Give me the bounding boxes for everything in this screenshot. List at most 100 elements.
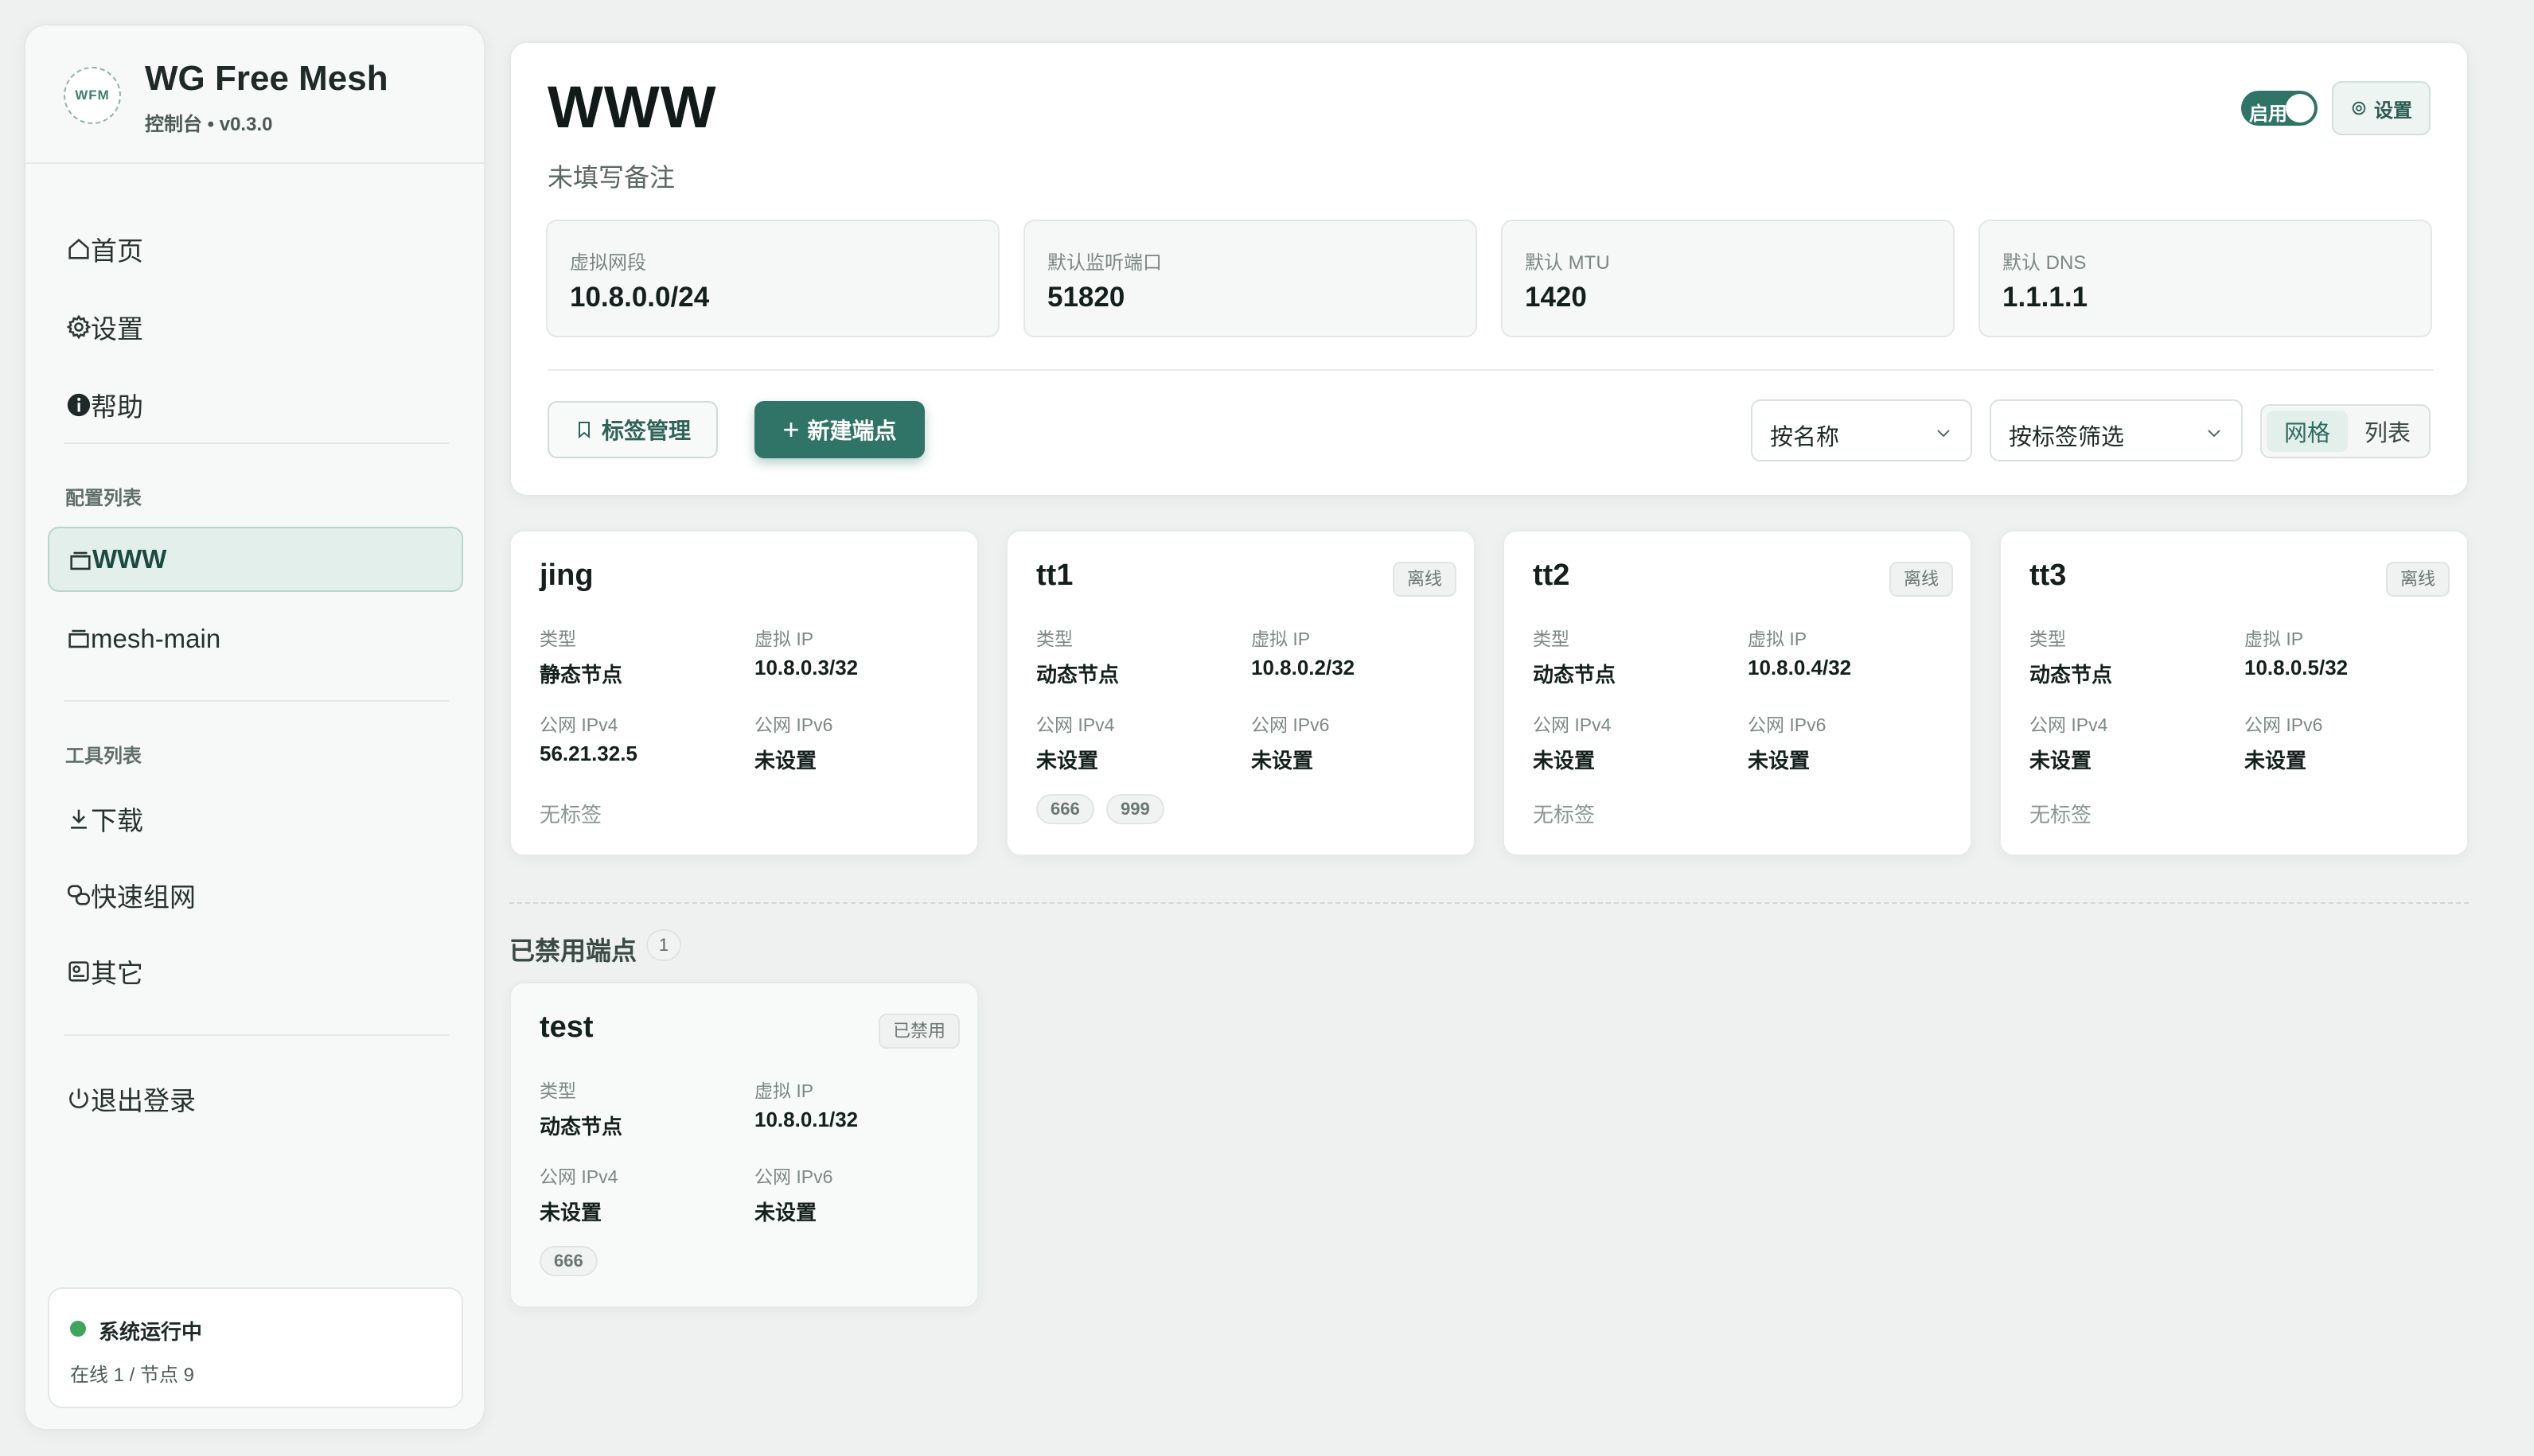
view-mode-toggle: 网格 列表 [2260,404,2431,458]
tag-filter-value: 按标签筛选 [2009,425,2125,450]
logout-button[interactable]: 退出登录 [48,1066,463,1131]
network-note: 未填写备注 [548,163,676,192]
stat-card-dns: 默认 DNS 1.1.1.1 [1978,220,2432,337]
tag-management-button[interactable]: 标签管理 [548,401,718,458]
enable-toggle-label: 启用 [2249,103,2287,125]
peer-card-tt3[interactable]: tt3 离线 类型 动态节点 虚拟 IP 10.8.0.5/32 公网 IPv4… [1999,530,2469,856]
sort-select-value: 按名称 [1770,425,1840,450]
stat-card-port: 默认监听端口 51820 [1023,220,1477,337]
config-item-mesh-main[interactable]: mesh-main [48,606,463,672]
ipv4-value: 未设置 [1036,749,1099,773]
ipv4-value: 未设置 [1533,749,1596,773]
peer-card-test[interactable]: test 已禁用 类型 动态节点 虚拟 IP 10.8.0.1/32 公网 IP… [509,982,979,1308]
section-separator [509,902,2469,904]
sort-select[interactable]: 按名称 [1751,399,1972,461]
brand-logo[interactable]: WFM [64,67,121,124]
virtual-ip-value: 10.8.0.4/32 [1748,656,1852,679]
view-list-button[interactable]: 列表 [2349,411,2426,452]
tool-item-download[interactable]: 下载 [48,786,463,851]
no-tags-text: 无标签 [2029,803,2092,827]
download-icon [71,809,87,829]
stat-card-mtu: 默认 MTU 1420 [1501,220,1955,337]
logout-label: 退出登录 [91,1086,196,1115]
virtual-ip-label: 虚拟 IP [754,1080,814,1101]
nav-settings[interactable]: 设置 [48,294,463,360]
nav-help[interactable]: 帮助 [48,372,463,438]
tag-chip[interactable]: 666 [540,1246,598,1276]
config-item-label: WWW [92,544,167,574]
ipv6-value: 未设置 [2244,749,2307,773]
stat-label: 虚拟网段 [570,252,646,274]
ipv6-label: 公网 IPv6 [2244,714,2323,735]
stat-label: 默认监听端口 [1047,252,1162,274]
enable-toggle[interactable]: 启用 [2241,91,2318,126]
stat-label: 默认 MTU [1525,252,1610,274]
system-status-card: 系统运行中 在线 1 / 节点 9 [48,1287,463,1408]
gear-icon [2352,101,2366,115]
peer-card-tt1[interactable]: tt1 离线 类型 动态节点 虚拟 IP 10.8.0.2/32 公网 IPv4… [1006,530,1476,856]
ipv6-label: 公网 IPv6 [754,1166,833,1187]
network-settings-button[interactable]: 设置 [2332,81,2431,135]
tag-chip[interactable]: 999 [1106,794,1164,824]
peer-card-tt2[interactable]: tt2 离线 类型 动态节点 虚拟 IP 10.8.0.4/32 公网 IPv4… [1503,530,1972,856]
config-item-label: mesh-main [91,624,221,653]
disabled-section-title: 已禁用端点 [509,936,637,965]
tool-item-label: 其它 [91,959,143,988]
virtual-ip-value: 10.8.0.5/32 [2244,656,2349,679]
network-title: WWW [548,74,717,140]
brand-logo-text: WFM [75,88,110,103]
nav-home[interactable]: 首页 [48,216,463,282]
ipv6-value: 未设置 [1748,749,1811,773]
status-text: 系统运行中 [99,1320,203,1344]
virtual-ip-label: 虚拟 IP [754,629,814,649]
virtual-ip-label: 虚拟 IP [1251,629,1311,649]
sidebar-divider [64,1034,449,1036]
peer-name: tt1 [1036,559,1074,592]
peer-name: tt2 [1533,559,1570,592]
virtual-ip-label: 虚拟 IP [1748,629,1807,649]
sidebar-divider [64,442,449,444]
home-icon [68,238,89,259]
ipv6-value: 未设置 [1251,749,1314,773]
link-icon [67,885,91,905]
new-peer-button[interactable]: + 新建端点 [754,401,925,458]
type-label: 类型 [540,629,576,649]
toolbox-icon [68,961,89,982]
header-divider [548,369,2434,371]
ipv4-label: 公网 IPv4 [540,714,618,735]
virtual-ip-value: 10.8.0.3/32 [754,656,859,679]
info-icon [67,393,91,417]
peer-card-jing[interactable]: jing 类型 静态节点 虚拟 IP 10.8.0.3/32 公网 IPv4 5… [509,530,979,856]
stat-value: 51820 [1047,282,1125,313]
config-item-www[interactable]: WWW [48,527,463,592]
type-label: 类型 [540,1080,576,1101]
ipv4-value: 56.21.32.5 [540,742,637,765]
sidebar: WFM WG Free Mesh 控制台 • v0.3.0 首页 设置 帮助 配… [24,24,485,1431]
ipv6-value: 未设置 [754,749,817,773]
status-badge: 离线 [1392,562,1456,597]
settings-button-label: 设置 [2374,99,2412,122]
tool-item-quick-mesh[interactable]: 快速组网 [48,862,463,928]
new-peer-label: 新建端点 [807,419,897,443]
ipv4-label: 公网 IPv4 [1533,714,1612,735]
tools-section-title: 工具列表 [65,746,142,767]
tool-item-label: 下载 [91,806,143,835]
view-grid-button[interactable]: 网格 [2267,411,2348,452]
peer-name: tt3 [2029,559,2067,592]
ipv4-value: 未设置 [540,1201,602,1224]
tool-item-other[interactable]: 其它 [48,939,463,1004]
virtual-ip-value: 10.8.0.2/32 [1251,656,1355,679]
tag-chip[interactable]: 666 [1036,794,1094,824]
stat-card-subnet: 虚拟网段 10.8.0.0/24 [546,220,1000,337]
status-badge: 已禁用 [878,1014,960,1049]
brand-header: WFM WG Free Mesh 控制台 • v0.3.0 [25,25,484,164]
no-tags-text: 无标签 [1533,803,1596,827]
ipv4-value: 未设置 [2029,749,2092,773]
peer-name: jing [540,559,594,592]
disabled-count-badge: 1 [646,929,681,961]
chevron-down-icon [1937,430,1950,438]
no-tags-text: 无标签 [540,803,602,827]
tool-item-label: 快速组网 [91,882,196,912]
tag-filter-select[interactable]: 按标签筛选 [1990,399,2243,461]
gear-icon [66,314,92,340]
